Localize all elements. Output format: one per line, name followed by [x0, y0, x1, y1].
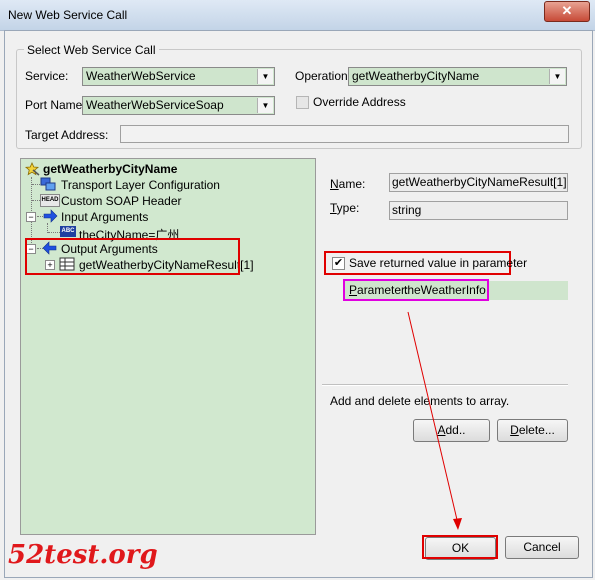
watermark-logo: 52test.org — [8, 540, 158, 570]
annotation-arrow — [407, 311, 462, 530]
